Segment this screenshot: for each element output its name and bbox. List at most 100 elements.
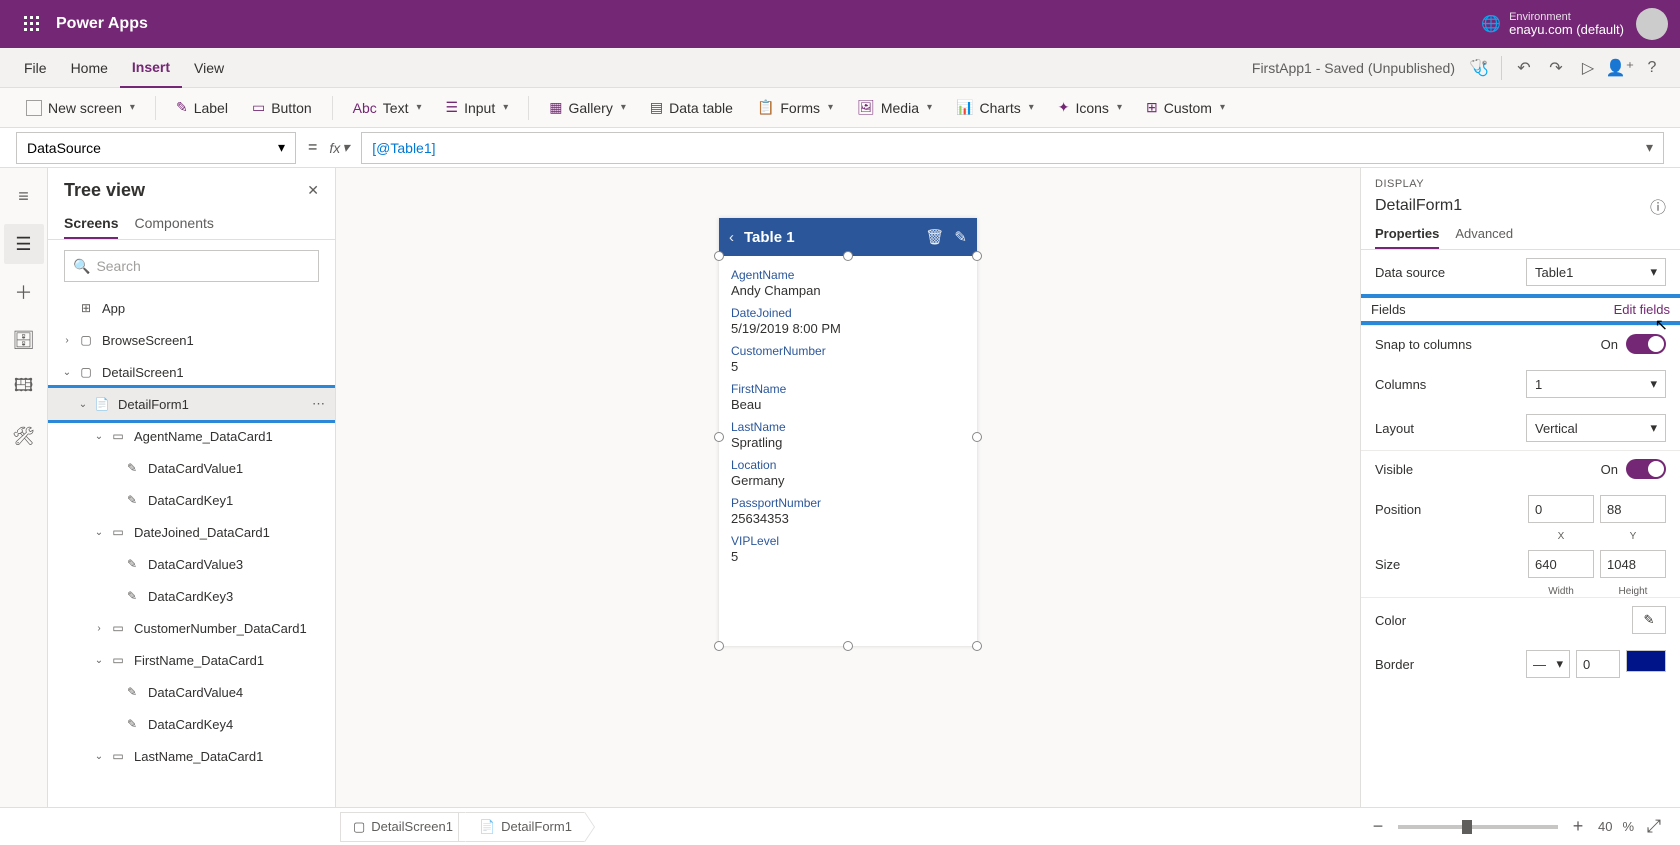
button-button[interactable]: ▭Button [242,95,322,120]
app-checker-icon[interactable]: 🩺 [1463,52,1495,84]
resize-handle[interactable] [714,251,724,261]
canvas[interactable]: ‹ Table 1 🗑 ✎ AgentNameAndy ChampanDateJ… [336,168,1360,807]
tree-node[interactable]: ✎DataCardKey1 [48,484,335,516]
custom-button[interactable]: ⊞Custom▾ [1136,95,1235,120]
tab-properties[interactable]: Properties [1375,226,1439,249]
edit-fields-link[interactable]: Edit fields [1614,302,1670,317]
info-icon[interactable]: ⓘ [1650,194,1666,218]
menu-home[interactable]: Home [59,48,120,88]
zoom-out-button[interactable]: − [1368,816,1388,837]
input-button[interactable]: ☰Input▾ [436,95,519,120]
data-card[interactable]: PassportNumber25634353 [731,492,965,530]
resize-handle[interactable] [972,641,982,651]
data-card[interactable]: DateJoined5/19/2019 8:00 PM [731,302,965,340]
tree-node-detailscreen[interactable]: ⌄▢DetailScreen1 [48,356,335,388]
datasource-select[interactable]: Table1▾ [1526,258,1666,286]
app-status: FirstApp1 - Saved (Unpublished) [1252,60,1455,76]
icons-button[interactable]: ✦Icons▾ [1048,95,1132,120]
menu-insert[interactable]: Insert [120,48,182,88]
hamburger-icon[interactable]: ≡ [4,176,44,216]
data-icon[interactable]: 🗄 [4,320,44,360]
columns-select[interactable]: 1▾ [1526,370,1666,398]
zoom-slider[interactable] [1398,825,1558,829]
tree-node[interactable]: ⌄▭DateJoined_DataCard1 [48,516,335,548]
height-input[interactable]: 1048 [1600,550,1666,578]
close-icon[interactable]: ✕ [307,182,319,199]
tree-node[interactable]: ✎DataCardValue1 [48,452,335,484]
media-button[interactable]: 🖼Media▾ [847,95,942,120]
tree-node[interactable]: ✎DataCardValue4 [48,676,335,708]
tree-node[interactable]: ›▭CustomerNumber_DataCard1 [48,612,335,644]
pos-y-input[interactable]: 88 [1600,495,1666,523]
resize-handle[interactable] [714,641,724,651]
avatar[interactable] [1636,8,1668,40]
gallery-button[interactable]: ▦Gallery▾ [539,95,636,120]
crumb-screen[interactable]: ▢DetailScreen1 [340,812,466,842]
redo-icon[interactable]: ↷ [1540,52,1572,84]
resize-handle[interactable] [843,251,853,261]
waffle-icon[interactable] [12,0,52,48]
menu-view[interactable]: View [182,48,236,88]
datatable-button[interactable]: ▤Data table [640,95,743,120]
media-rail-icon[interactable]: 🖽 [4,368,44,408]
tree-node[interactable]: ⌄▭AgentName_DataCard1 [48,420,335,452]
label-button[interactable]: ✎Label [166,95,238,120]
snap-toggle[interactable] [1626,334,1666,354]
data-card[interactable]: VIPLevel5 [731,530,965,568]
tree-node[interactable]: ⌄▭FirstName_DataCard1 [48,644,335,676]
width-input[interactable]: 640 [1528,550,1594,578]
property-selector[interactable]: DataSource▾ [16,132,296,164]
fit-icon[interactable]: ⤢ [1644,816,1664,837]
data-card[interactable]: AgentNameAndy Champan [731,264,965,302]
data-card[interactable]: FirstNameBeau [731,378,965,416]
tree-node[interactable]: ✎DataCardKey3 [48,580,335,612]
formula-input[interactable]: [@Table1]▾ [361,132,1664,164]
layout-select[interactable]: Vertical▾ [1526,414,1666,442]
back-icon[interactable]: ‹ [729,229,734,246]
pos-x-input[interactable]: 0 [1528,495,1594,523]
detail-form[interactable]: AgentNameAndy ChampanDateJoined5/19/2019… [719,256,977,646]
new-screen-button[interactable]: New screen▾ [16,96,145,120]
resize-handle[interactable] [843,641,853,651]
share-icon[interactable]: 👤⁺ [1604,52,1636,84]
more-icon[interactable]: ⋯ [312,396,325,412]
tree-node[interactable]: ⌄▭LastName_DataCard1 [48,740,335,772]
resize-handle[interactable] [714,432,724,442]
advanced-tools-icon[interactable]: 🛠 [4,416,44,456]
play-icon[interactable]: ▷ [1572,52,1604,84]
help-icon[interactable]: ? [1636,52,1668,84]
border-width-input[interactable]: 0 [1576,650,1620,678]
delete-icon[interactable]: 🗑 [925,228,944,246]
visible-toggle[interactable] [1626,459,1666,479]
color-picker[interactable]: ✎ [1632,606,1666,634]
tree-search[interactable]: 🔍 Search [64,250,319,282]
text-button[interactable]: AbcText▾ [343,96,432,120]
data-card[interactable]: LastNameSpratling [731,416,965,454]
border-style[interactable]: — ▾ [1526,650,1570,678]
border-color[interactable] [1626,650,1666,672]
data-card[interactable]: LocationGermany [731,454,965,492]
tree-node-detailform[interactable]: ⌄📄DetailForm1⋯ [48,388,335,420]
tab-screens[interactable]: Screens [64,209,118,239]
resize-handle[interactable] [972,251,982,261]
fx-label[interactable]: fx▾ [329,139,349,156]
tree-view-icon[interactable]: ☰ [4,224,44,264]
card-value: 5 [731,549,965,564]
edit-icon[interactable]: ✎ [954,228,967,246]
environment-picker[interactable]: 🌐 Environment enayu.com (default) [1481,11,1624,37]
tab-components[interactable]: Components [134,209,213,239]
forms-button[interactable]: 📋Forms▾ [747,95,843,120]
crumb-form[interactable]: 📄DetailForm1 [458,812,585,842]
tree-node[interactable]: ✎DataCardKey4 [48,708,335,740]
insert-icon[interactable]: ＋ [4,272,44,312]
resize-handle[interactable] [972,432,982,442]
undo-icon[interactable]: ↶ [1508,52,1540,84]
tree-node-app[interactable]: ⊞App [48,292,335,324]
menu-file[interactable]: File [12,48,59,88]
data-card[interactable]: CustomerNumber5 [731,340,965,378]
tree-node-browsescreen[interactable]: ›▢BrowseScreen1 [48,324,335,356]
tree-node[interactable]: ✎DataCardValue3 [48,548,335,580]
charts-button[interactable]: 📊Charts▾ [946,95,1044,120]
tab-advanced[interactable]: Advanced [1455,226,1513,249]
zoom-in-button[interactable]: + [1568,816,1588,837]
